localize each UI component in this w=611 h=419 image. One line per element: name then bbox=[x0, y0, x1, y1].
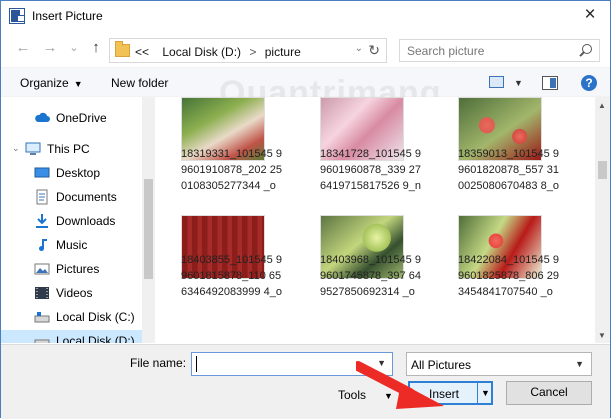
breadcrumb-overflow[interactable]: << bbox=[135, 45, 149, 59]
preview-pane-icon[interactable] bbox=[542, 76, 558, 90]
sidebar-item-label: OneDrive bbox=[56, 111, 107, 125]
file-name[interactable]: 18403968_101545 99601745878_397 64952785… bbox=[320, 252, 426, 300]
documents-icon bbox=[36, 189, 48, 205]
sidebar-item-label: Local Disk (D:) bbox=[56, 334, 135, 343]
file-name-label: File name: bbox=[130, 356, 187, 370]
sidebar-item-label: Local Disk (C:) bbox=[56, 310, 135, 324]
file-type-dropdown-icon[interactable]: ▼ bbox=[575, 359, 584, 369]
search-box[interactable]: Search picture bbox=[399, 39, 600, 62]
sidebar-item-label: Documents bbox=[56, 190, 117, 204]
dialog-title: Insert Picture bbox=[32, 9, 103, 23]
help-icon[interactable]: ? bbox=[581, 75, 597, 91]
file-name[interactable]: 18359013_101545 99601820878_557 31002508… bbox=[458, 146, 564, 194]
insert-label: Insert bbox=[429, 387, 460, 401]
sidebar-item-label: Downloads bbox=[56, 214, 116, 228]
search-placeholder: Search picture bbox=[407, 44, 485, 58]
tools-dropdown-icon[interactable]: ▼ bbox=[384, 391, 393, 401]
file-name[interactable]: 18422084_101545 99601825878_806 29345484… bbox=[458, 252, 564, 300]
address-dropdown-icon[interactable]: ⌄ bbox=[355, 43, 363, 54]
file-name[interactable]: 18403855_101545 99601815878_110 65634649… bbox=[181, 252, 287, 300]
view-options-caret-icon[interactable]: ▼ bbox=[514, 78, 523, 88]
address-bar[interactable]: << Local Disk (D:) > picture ⌄ ↻ bbox=[109, 38, 387, 63]
breadcrumb-picture[interactable]: picture bbox=[265, 45, 301, 59]
view-options-icon[interactable] bbox=[489, 76, 504, 88]
file-view-scroll-thumb[interactable] bbox=[598, 161, 607, 179]
navigation-pane: OneDrive ⌄ This PC Desktop Documents Dow… bbox=[1, 97, 155, 343]
breadcrumb: << Local Disk (D:) > picture bbox=[135, 45, 301, 59]
folder-icon bbox=[115, 41, 130, 57]
refresh-button[interactable]: ↻ bbox=[368, 42, 380, 59]
title-bar: Insert Picture × bbox=[1, 1, 610, 31]
sidebar-item-label: Desktop bbox=[56, 166, 101, 180]
sidebar-scrollbar[interactable] bbox=[142, 97, 155, 343]
breadcrumb-local-disk-d[interactable]: Local Disk (D:) bbox=[162, 45, 241, 59]
videos-icon bbox=[35, 287, 49, 299]
insert-picture-dialog: Insert Picture × ← → ⌄ ↑ << Local Disk (… bbox=[0, 0, 611, 419]
sidebar-item-music[interactable]: Music bbox=[1, 234, 142, 256]
tools-button[interactable]: Tools bbox=[338, 388, 366, 402]
new-folder-button[interactable]: New folder bbox=[111, 76, 168, 90]
file-name[interactable]: 18319331_101545 99601910878_202 25010830… bbox=[181, 146, 287, 194]
up-button[interactable]: ↑ bbox=[88, 40, 104, 56]
sidebar-scroll-thumb[interactable] bbox=[144, 179, 153, 279]
navigation-bar: ← → ⌄ ↑ << Local Disk (D:) > picture ⌄ ↻… bbox=[1, 32, 610, 66]
sidebar-item-label: This PC bbox=[47, 142, 90, 156]
sidebar-item-documents[interactable]: Documents bbox=[1, 186, 142, 208]
sidebar-item-videos[interactable]: Videos bbox=[1, 282, 142, 304]
word-icon bbox=[9, 8, 25, 24]
insert-dropdown-icon[interactable]: ▼ bbox=[481, 388, 490, 398]
sidebar-item-pictures[interactable]: Pictures bbox=[1, 258, 142, 280]
drive-icon bbox=[34, 312, 50, 323]
insert-button[interactable]: Insert ▼ bbox=[408, 381, 493, 405]
file-name-input[interactable]: ▼ bbox=[191, 352, 393, 376]
forward-button[interactable]: → bbox=[42, 40, 58, 56]
command-toolbar: Organize ▼ New folder ▼ ? bbox=[1, 67, 610, 97]
file-name[interactable]: 18341728_101545 99601960878_339 27641971… bbox=[320, 146, 426, 194]
back-button[interactable]: ← bbox=[15, 40, 31, 56]
sidebar-item-local-disk-c[interactable]: Local Disk (C:) bbox=[1, 306, 142, 328]
music-icon bbox=[39, 239, 47, 252]
organize-label: Organize bbox=[20, 76, 69, 90]
file-name-dropdown-icon[interactable]: ▼ bbox=[377, 358, 386, 368]
sidebar-item-onedrive[interactable]: OneDrive bbox=[1, 107, 142, 129]
sidebar-item-local-disk-d[interactable]: Local Disk (D:) bbox=[1, 330, 142, 343]
scroll-down-icon[interactable]: ▼ bbox=[598, 331, 606, 340]
sidebar-item-label: Pictures bbox=[56, 262, 100, 276]
sidebar-item-desktop[interactable]: Desktop bbox=[1, 162, 142, 184]
sidebar-item-downloads[interactable]: Downloads bbox=[1, 210, 142, 232]
organize-button[interactable]: Organize ▼ bbox=[20, 76, 83, 90]
computer-icon bbox=[25, 142, 41, 155]
organize-caret-icon: ▼ bbox=[73, 79, 83, 89]
downloads-icon bbox=[36, 214, 48, 228]
sidebar-item-this-pc[interactable]: ⌄ This PC bbox=[1, 138, 142, 160]
pictures-icon bbox=[34, 263, 50, 275]
scroll-up-icon[interactable]: ▲ bbox=[598, 101, 606, 110]
file-type-value: All Pictures bbox=[411, 358, 472, 372]
file-view-scrollbar[interactable]: ▲ ▼ bbox=[595, 97, 610, 343]
close-button[interactable]: × bbox=[578, 4, 602, 28]
file-type-select[interactable]: All Pictures ▼ bbox=[406, 352, 592, 376]
cloud-icon bbox=[35, 112, 50, 122]
dialog-footer: File name: ▼ All Pictures ▼ Tools ▼ Inse… bbox=[1, 344, 610, 419]
recent-locations-button[interactable]: ⌄ bbox=[66, 40, 82, 56]
breadcrumb-separator: > bbox=[249, 45, 257, 59]
sidebar-item-label: Videos bbox=[56, 286, 93, 300]
cancel-button[interactable]: Cancel bbox=[506, 381, 592, 405]
insert-split-divider bbox=[477, 383, 478, 403]
desktop-icon bbox=[34, 167, 50, 178]
drive-icon bbox=[34, 339, 50, 343]
expander-icon[interactable]: ⌄ bbox=[12, 143, 20, 154]
search-icon[interactable] bbox=[582, 44, 592, 54]
sidebar-item-label: Music bbox=[56, 238, 88, 252]
file-view: 18319331_101545 99601910878_202 25010830… bbox=[156, 97, 610, 343]
